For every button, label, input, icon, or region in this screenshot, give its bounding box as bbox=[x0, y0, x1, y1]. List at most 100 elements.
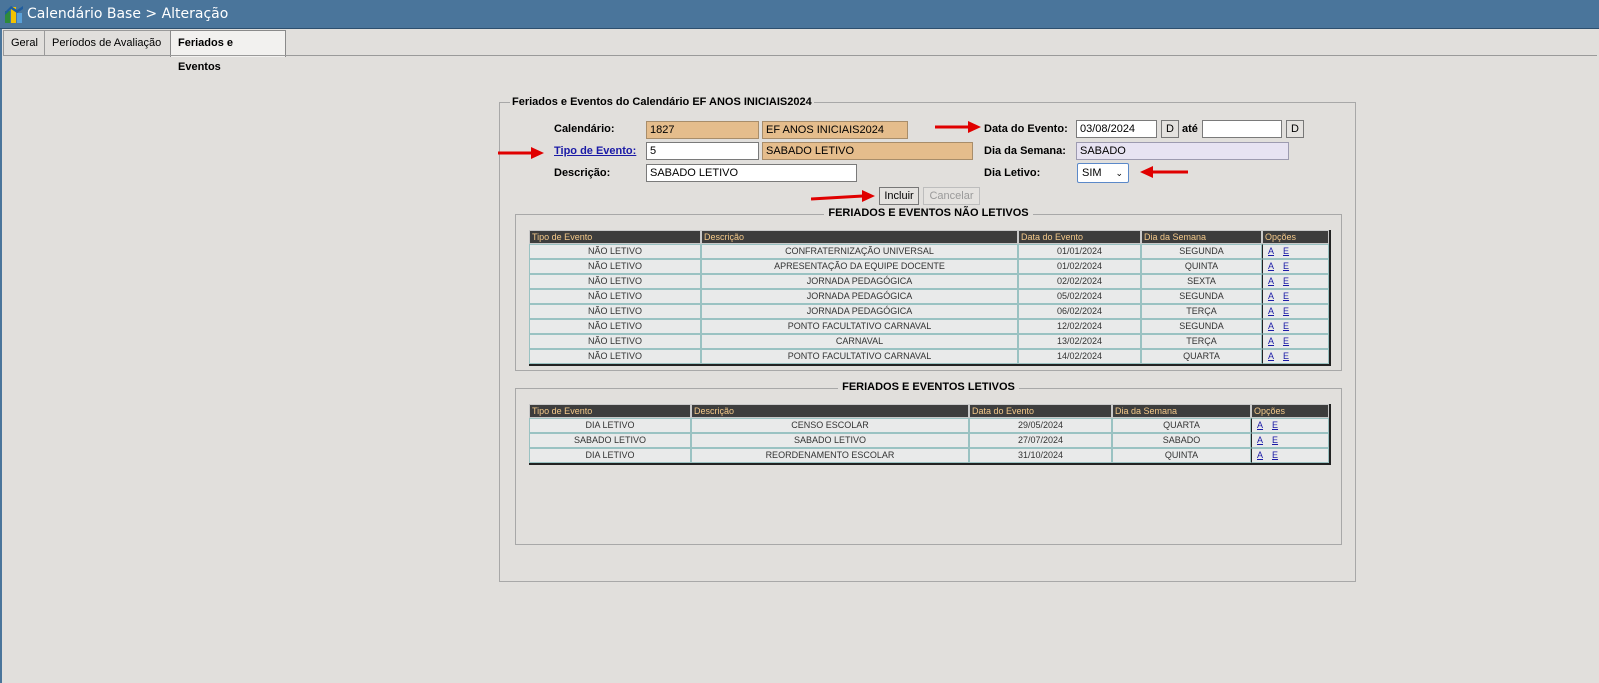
options-cell: AE bbox=[1251, 448, 1329, 463]
options-cell: AE bbox=[1262, 259, 1329, 274]
table-cell: 01/02/2024 bbox=[1018, 259, 1141, 274]
left-border bbox=[0, 29, 2, 683]
incluir-button[interactable]: Incluir bbox=[879, 187, 919, 205]
column-header: Dia da Semana bbox=[1112, 404, 1251, 418]
table-cell: NÃO LETIVO bbox=[529, 289, 701, 304]
table-row: NÃO LETIVO CARNAVAL 13/02/2024 TERÇA A E bbox=[529, 334, 1329, 349]
letivos-table: Tipo de Evento Descrição Data do Evento Dia… bbox=[529, 404, 1331, 465]
excluir-link[interactable]: E bbox=[1283, 336, 1289, 346]
table-cell: SABADO bbox=[1112, 433, 1251, 448]
cancelar-button[interactable]: Cancelar bbox=[923, 187, 980, 205]
table-cell: NÃO LETIVO bbox=[529, 244, 701, 259]
alterar-link[interactable]: A bbox=[1268, 291, 1274, 301]
alterar-link[interactable]: A bbox=[1257, 450, 1263, 460]
tipo-evento-link-text[interactable]: Tipo de Evento: bbox=[554, 145, 636, 157]
options-cell: AE bbox=[1251, 433, 1329, 448]
table-cell: DIA LETIVO bbox=[529, 418, 691, 433]
table-cell: 14/02/2024 bbox=[1018, 349, 1141, 364]
dia-letivo-select[interactable]: SIM ⌄ bbox=[1077, 163, 1129, 183]
options-cell: AE bbox=[1262, 274, 1329, 289]
table-cell: 27/07/2024 bbox=[969, 433, 1112, 448]
descricao-input[interactable]: SABADO LETIVO bbox=[646, 164, 857, 182]
table-cell: NÃO LETIVO bbox=[529, 259, 701, 274]
table-cell: SEXTA bbox=[1141, 274, 1262, 289]
excluir-link[interactable]: E bbox=[1272, 435, 1278, 445]
table-cell: SABADO LETIVO bbox=[691, 433, 969, 448]
table-cell: QUARTA bbox=[1112, 418, 1251, 433]
table-cell: NÃO LETIVO bbox=[529, 319, 701, 334]
table-row: NÃO LETIVO PONTO FACULTATIVO CARNAVAL 14/0… bbox=[529, 349, 1329, 364]
tipo-evento-code-input[interactable]: 5 bbox=[646, 142, 759, 160]
table-header-row: Tipo de Evento Descrição Data do Evento Dia… bbox=[529, 404, 1329, 418]
alterar-link[interactable]: A bbox=[1268, 321, 1274, 331]
ate-label: até bbox=[1182, 123, 1198, 135]
tab-geral[interactable]: Geral bbox=[3, 30, 45, 55]
data-evento-input[interactable]: 03/08/2024 bbox=[1076, 120, 1157, 138]
table-cell: QUARTA bbox=[1141, 349, 1262, 364]
alterar-link[interactable]: A bbox=[1268, 276, 1274, 286]
table-cell: TERÇA bbox=[1141, 304, 1262, 319]
table-cell: 05/02/2024 bbox=[1018, 289, 1141, 304]
table-row: NÃO LETIVO PONTO FACULTATIVO CARNAVAL 12/0… bbox=[529, 319, 1329, 334]
excluir-link[interactable]: E bbox=[1283, 351, 1289, 361]
table-cell: 12/02/2024 bbox=[1018, 319, 1141, 334]
app-logo-icon bbox=[5, 6, 23, 23]
column-header: Data do Evento bbox=[1018, 230, 1141, 244]
column-header: Data do Evento bbox=[969, 404, 1112, 418]
table-cell: 13/02/2024 bbox=[1018, 334, 1141, 349]
fieldset-legend: Feriados e Eventos do Calendário EF ANOS… bbox=[512, 96, 812, 108]
excluir-link[interactable]: E bbox=[1283, 306, 1289, 316]
ate-date-button[interactable]: D bbox=[1286, 120, 1304, 138]
column-header: Dia da Semana bbox=[1141, 230, 1262, 244]
column-header: Descrição bbox=[691, 404, 969, 418]
table-cell: TERÇA bbox=[1141, 334, 1262, 349]
alterar-link[interactable]: A bbox=[1268, 246, 1274, 256]
table-cell: 02/02/2024 bbox=[1018, 274, 1141, 289]
alterar-link[interactable]: A bbox=[1268, 261, 1274, 271]
alterar-link[interactable]: A bbox=[1257, 435, 1263, 445]
table-cell: SEGUNDA bbox=[1141, 319, 1262, 334]
table-cell: JORNADA PEDAGÓGICA bbox=[701, 304, 1018, 319]
alterar-link[interactable]: A bbox=[1268, 336, 1274, 346]
table-cell: SEGUNDA bbox=[1141, 289, 1262, 304]
table-cell: 31/10/2024 bbox=[969, 448, 1112, 463]
excluir-link[interactable]: E bbox=[1283, 321, 1289, 331]
table-cell: CENSO ESCOLAR bbox=[691, 418, 969, 433]
excluir-link[interactable]: E bbox=[1283, 261, 1289, 271]
table-cell: CONFRATERNIZAÇÃO UNIVERSAL bbox=[701, 244, 1018, 259]
table-cell: QUINTA bbox=[1112, 448, 1251, 463]
dia-semana-field: SABADO bbox=[1076, 142, 1289, 160]
calendario-name-field: EF ANOS INICIAIS2024 bbox=[762, 121, 908, 139]
tipo-evento-link[interactable]: Tipo de Evento: bbox=[554, 145, 636, 157]
ate-input[interactable] bbox=[1202, 120, 1282, 138]
table-cell: 01/01/2024 bbox=[1018, 244, 1141, 259]
excluir-link[interactable]: E bbox=[1272, 450, 1278, 460]
table-cell: JORNADA PEDAGÓGICA bbox=[701, 289, 1018, 304]
red-arrow-icon bbox=[811, 190, 875, 202]
tab-feriados-eventos[interactable]: Feriados e Eventos bbox=[170, 30, 286, 73]
excluir-link[interactable]: E bbox=[1272, 420, 1278, 430]
tab-divider bbox=[3, 55, 1597, 56]
tab-periodos-avaliacao[interactable]: Períodos de Avaliação bbox=[44, 30, 172, 55]
alterar-link[interactable]: A bbox=[1257, 420, 1263, 430]
excluir-link[interactable]: E bbox=[1283, 246, 1289, 256]
tipo-evento-name-field: SABADO LETIVO bbox=[762, 142, 973, 160]
options-cell: AE bbox=[1251, 418, 1329, 433]
table-row: DIA LETIVO CENSO ESCOLAR 29/05/2024 QUARTA A… bbox=[529, 418, 1329, 433]
excluir-link[interactable]: E bbox=[1283, 276, 1289, 286]
nao-letivos-table: Tipo de Evento Descrição Data do Evento Dia… bbox=[529, 230, 1331, 366]
table-cell: NÃO LETIVO bbox=[529, 304, 701, 319]
table-cell: APRESENTAÇÃO DA EQUIPE DOCENTE bbox=[701, 259, 1018, 274]
data-evento-date-button[interactable]: D bbox=[1161, 120, 1179, 138]
dia-letivo-label: Dia Letivo: bbox=[984, 167, 1041, 179]
options-cell: AE bbox=[1262, 319, 1329, 334]
table-row: DIA LETIVO REORDENAMENTO ESCOLAR 31/10/202… bbox=[529, 448, 1329, 463]
chevron-down-icon: ⌄ bbox=[1115, 168, 1123, 178]
options-cell: AE bbox=[1262, 349, 1329, 364]
column-header: Tipo de Evento bbox=[529, 404, 691, 418]
calendario-label: Calendário: bbox=[554, 123, 615, 135]
alterar-link[interactable]: A bbox=[1268, 306, 1274, 316]
table-cell: PONTO FACULTATIVO CARNAVAL bbox=[701, 349, 1018, 364]
alterar-link[interactable]: A bbox=[1268, 351, 1274, 361]
excluir-link[interactable]: E bbox=[1283, 291, 1289, 301]
